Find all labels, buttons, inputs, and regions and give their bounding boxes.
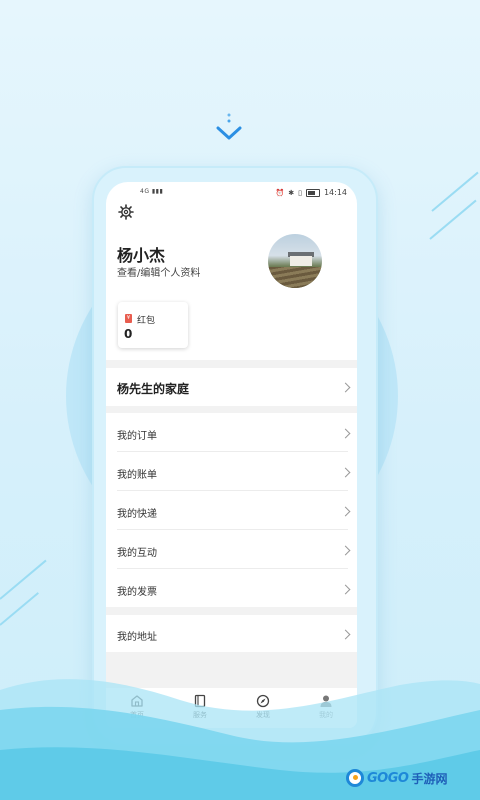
avatar-photo-house xyxy=(290,256,312,266)
red-packet-icon: ¥ xyxy=(125,314,132,323)
watermark-suffix: 手游网 xyxy=(411,771,448,786)
bluetooth-icon: ✱ xyxy=(288,188,295,197)
family-label: 杨先生的家庭 xyxy=(117,382,190,396)
status-bar: 4G ▮▮▮ ⏰ ✱ ▯ 14:14 xyxy=(106,182,357,206)
section-divider xyxy=(106,406,357,413)
menu-item-label: 我的快递 xyxy=(117,509,157,520)
settings-gear-icon[interactable] xyxy=(118,204,134,220)
menu-item-label: 我的账单 xyxy=(117,470,157,481)
menu-item-orders[interactable]: 我的订单 xyxy=(106,413,357,452)
decorative-line xyxy=(0,559,47,600)
chevron-right-icon xyxy=(340,467,351,478)
menu-item-invoices[interactable]: 我的发票 xyxy=(106,569,357,607)
watermark-logo: GOGO 手游网 xyxy=(346,766,447,790)
avatar-photo-field xyxy=(268,267,322,288)
watermark-brand: GOGO xyxy=(367,770,409,786)
menu-item-label: 我的发票 xyxy=(117,587,157,598)
decorative-line xyxy=(431,171,479,212)
status-icons: ⏰ ✱ ▯ 14:14 xyxy=(275,188,347,197)
alarm-icon: ⏰ xyxy=(275,188,285,197)
menu-item-bills[interactable]: 我的账单 xyxy=(106,452,357,491)
signal-indicator: 4G ▮▮▮ xyxy=(140,188,164,195)
chevron-right-icon xyxy=(340,629,351,640)
red-packet-label: 红包 xyxy=(137,316,156,326)
avatar[interactable] xyxy=(268,234,322,288)
section-divider xyxy=(106,607,357,615)
family-row[interactable]: 杨先生的家庭 xyxy=(106,368,357,406)
chevron-right-icon xyxy=(340,584,351,595)
menu-item-express[interactable]: 我的快递 xyxy=(106,491,357,530)
red-packet-value: 0 xyxy=(124,327,133,341)
red-packet-card[interactable]: ¥ 红包 0 xyxy=(118,302,188,348)
section-divider xyxy=(106,360,357,368)
decorative-line xyxy=(0,592,39,626)
profile-name: 杨小杰 xyxy=(117,246,166,265)
chevron-right-icon xyxy=(340,506,351,517)
status-time: 14:14 xyxy=(323,188,347,197)
battery-icon xyxy=(305,188,320,197)
menu-item-label: 我的订单 xyxy=(117,431,157,442)
menu-item-interactions[interactable]: 我的互动 xyxy=(106,530,357,569)
chevron-right-icon xyxy=(340,428,351,439)
chevron-right-icon xyxy=(340,545,351,556)
menu-item-label: 我的互动 xyxy=(117,548,157,559)
down-arrow-icon xyxy=(216,113,242,140)
edit-profile-link[interactable]: 查看/编辑个人资料 xyxy=(117,264,200,279)
logo-mark-icon xyxy=(346,769,364,787)
vibrate-icon: ▯ xyxy=(298,188,302,197)
chevron-right-icon xyxy=(340,382,351,393)
